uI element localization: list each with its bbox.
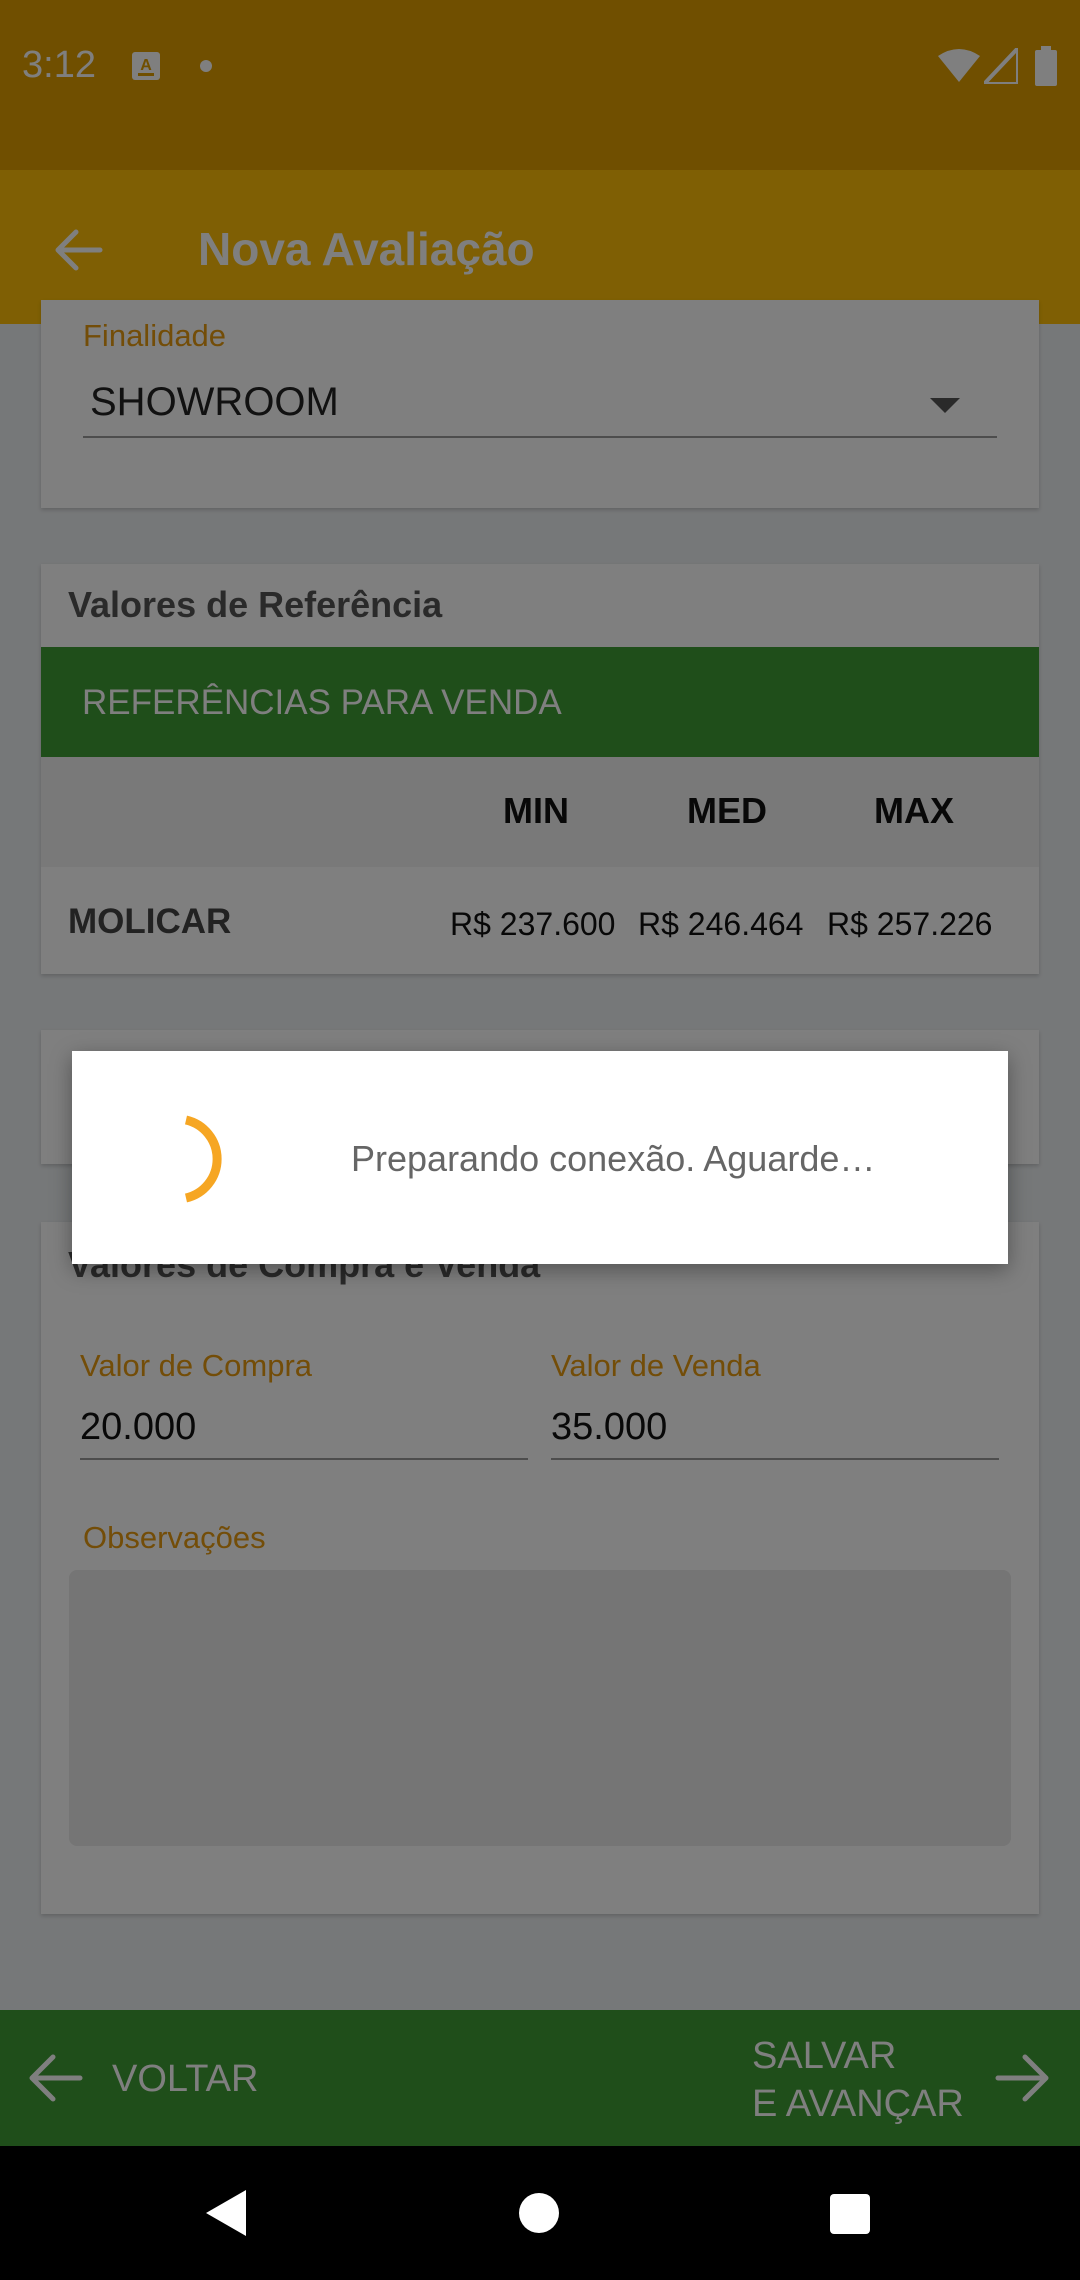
loading-spinner-icon: [184, 1115, 222, 1203]
nav-home-icon[interactable]: [518, 2192, 560, 2234]
dialog-message: Preparando conexão. Aguarde…: [351, 1138, 876, 1179]
nav-recents-icon[interactable]: [829, 2193, 871, 2235]
nav-back-icon[interactable]: [202, 2188, 248, 2238]
